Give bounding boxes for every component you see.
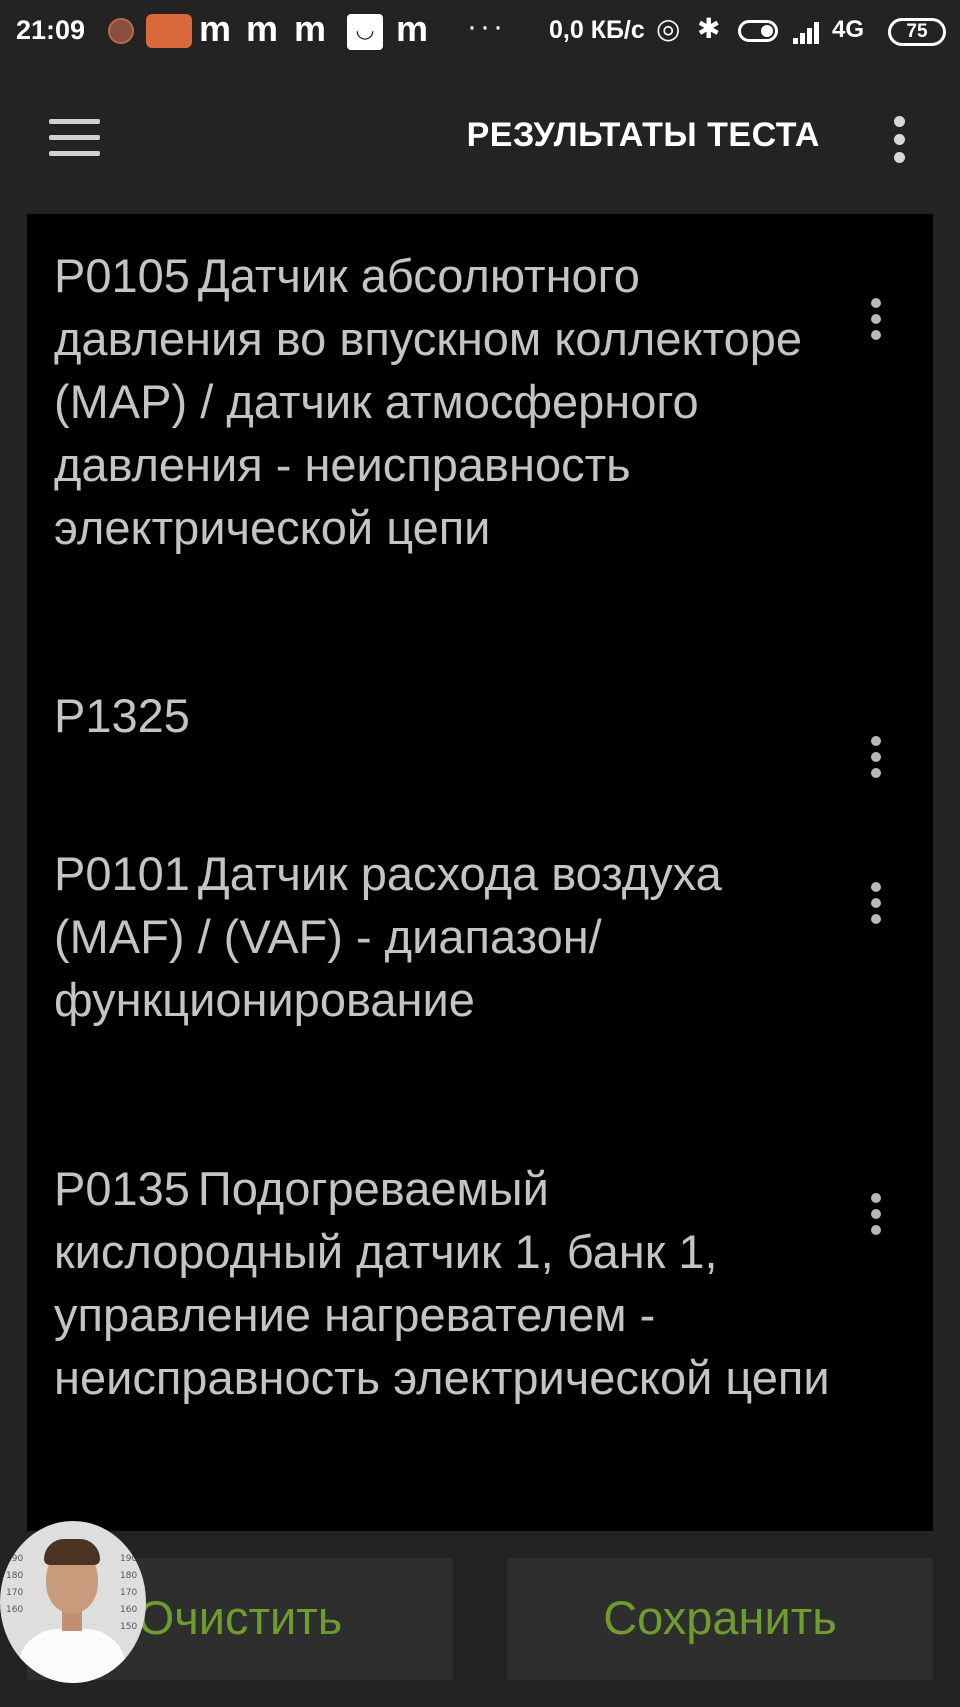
notification-m-icon: m [199,8,232,49]
results-list[interactable]: P0105 Датчик абсолютного давления во впус… [27,214,933,1531]
network-speed: 0,0 КБ/с [549,16,645,44]
notification-m-icon: m [246,8,279,49]
avatar-shirt [18,1629,126,1683]
toggle-status-icon [738,20,778,42]
more-notifications-icon: ··· [467,10,506,43]
notification-m-icon: m [396,8,429,49]
dtc-code: P1325 [54,689,190,742]
height-scale-right: 190 180 170 160 150 [120,1554,138,1632]
item-more-icon[interactable] [870,1193,884,1237]
battery-icon: 75 [888,18,946,46]
dtc-code: P0105 [54,249,190,302]
hotspot-icon: ◎ [656,13,681,44]
status-time: 21:09 [16,15,86,45]
dtc-text: P0105 Датчик абсолютного давления во впус… [54,244,834,559]
hamburger-icon[interactable] [49,119,100,157]
item-more-icon[interactable] [870,882,884,926]
dtc-text: P1325 [54,684,834,747]
page-title: РЕЗУЛЬТАТЫ ТЕСТА [466,116,820,154]
notification-m-icon: m [294,8,327,49]
avatar[interactable]: 190 180 170 160 190 180 170 160 150 [0,1521,146,1683]
bluetooth-icon: ✱ [697,13,721,44]
more-vert-icon[interactable] [889,116,911,164]
obd-app-icon [146,14,192,48]
dtc-text: P0101 Датчик расхода воздуха (MAF) / (VAF… [54,842,834,1031]
notification-box-icon: ◡ [347,14,383,50]
item-more-icon[interactable] [870,736,884,780]
notification-app-icon [108,18,134,44]
save-button[interactable]: Сохранить [507,1558,933,1680]
dtc-code: P0135 [54,1162,190,1215]
dtc-code: P0101 [54,847,190,900]
avatar-hair [44,1539,100,1565]
height-scale-left: 190 180 170 160 [6,1554,24,1615]
signal-icon [793,20,825,44]
app-bar: РЕЗУЛЬТАТЫ ТЕСТА [0,64,960,212]
status-bar: 21:09 m m m ◡ m ··· 0,0 КБ/с ◎ ✱ 4G 75 [0,0,960,64]
network-type: 4G [832,16,865,43]
item-more-icon[interactable] [870,298,884,342]
dtc-text: P0135 Подогреваемый кислородный датчик 1,… [54,1157,834,1409]
